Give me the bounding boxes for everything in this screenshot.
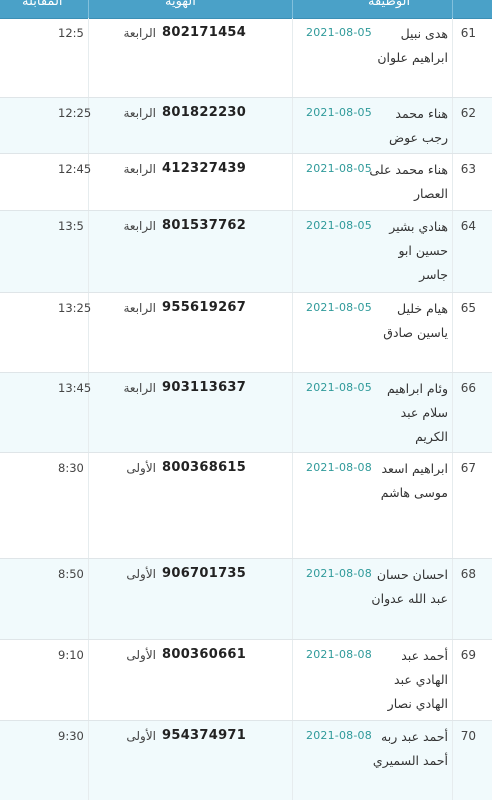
applicant-name: ابراهيم اسعد موسى هاشم <box>380 461 448 500</box>
stage: الرابعة <box>123 106 156 120</box>
applicant-name: هدى نبيل ابراهيم علوان <box>377 26 448 65</box>
interview-date: 2021-08-05 <box>306 106 372 119</box>
id-number: 954374971 <box>162 728 247 743</box>
id-number: 412327439 <box>162 161 247 176</box>
results-table-page: المقابلة الهوية الوظيفة 61 هدى نبيل ابرا… <box>0 0 492 800</box>
table-row: 70 أحمد عبد ربه أحمد السميري 2021-08-08 … <box>0 721 492 800</box>
interview-date: 2021-08-08 <box>306 567 372 580</box>
applicant-name: هناء محمد رجب عوض <box>388 106 448 145</box>
table-row: 63 هناء محمد على العصار 2021-08-05 41232… <box>0 154 492 211</box>
row-number: 63 <box>460 162 476 176</box>
applicant-name: أحمد عبد ربه أحمد السميري <box>372 729 448 768</box>
header-divider <box>452 0 453 18</box>
interview-time: 12:5 <box>58 26 84 40</box>
applicant-name: هنادي بشير حسين ابو جاسر <box>389 219 448 282</box>
applicant-name: أحمد عبد الهادي عبد الهادي نصار <box>387 648 448 711</box>
id-number: 800360661 <box>162 647 247 662</box>
interview-date: 2021-08-05 <box>306 26 372 39</box>
row-number: 70 <box>460 729 476 743</box>
table-row: 65 هيام خليل ياسين صادق 2021-08-05 95561… <box>0 293 492 373</box>
interview-time: 13:45 <box>58 381 92 395</box>
stage: الرابعة <box>123 381 156 395</box>
row-number: 65 <box>460 301 476 315</box>
row-number: 62 <box>460 106 476 120</box>
table-header: المقابلة الهوية الوظيفة <box>0 0 492 19</box>
interview-time: 9:10 <box>58 648 84 662</box>
row-number: 64 <box>460 219 476 233</box>
interview-date: 2021-08-05 <box>306 219 372 232</box>
table-row: 68 احسان حسان عبد الله عدوان 2021-08-08 … <box>0 559 492 640</box>
interview-date: 2021-08-05 <box>306 381 372 394</box>
table-row: 62 هناء محمد رجب عوض 2021-08-05 80182223… <box>0 98 492 154</box>
stage: الرابعة <box>123 301 156 315</box>
interview-time: 12:45 <box>58 162 92 176</box>
stage: الرابعة <box>123 162 156 176</box>
interview-time: 13:5 <box>58 219 84 233</box>
interview-time: 12:25 <box>58 106 92 120</box>
header-job: الوظيفة <box>368 0 411 9</box>
interview-date: 2021-08-08 <box>306 648 372 661</box>
stage: الأولى <box>126 648 156 662</box>
applicant-name: هناء محمد على العصار <box>369 162 448 201</box>
interview-date: 2021-08-08 <box>306 461 372 474</box>
table-row: 61 هدى نبيل ابراهيم علوان 2021-08-05 802… <box>0 18 492 98</box>
stage: الأولى <box>126 567 156 581</box>
header-divider <box>292 0 293 18</box>
table-row: 64 هنادي بشير حسين ابو جاسر 2021-08-05 8… <box>0 211 492 293</box>
header-divider <box>88 0 89 18</box>
row-number: 66 <box>460 381 476 395</box>
interview-date: 2021-08-05 <box>306 301 372 314</box>
table-body: 61 هدى نبيل ابراهيم علوان 2021-08-05 802… <box>0 18 492 800</box>
row-number: 68 <box>460 567 476 581</box>
id-number: 903113637 <box>162 380 247 395</box>
row-number: 69 <box>460 648 476 662</box>
interview-time: 13:25 <box>58 301 92 315</box>
stage: الأولى <box>126 461 156 475</box>
table-row: 67 ابراهيم اسعد موسى هاشم 2021-08-08 800… <box>0 453 492 559</box>
table-row: 69 أحمد عبد الهادي عبد الهادي نصار 2021-… <box>0 640 492 721</box>
id-number: 801822230 <box>162 105 247 120</box>
id-number: 955619267 <box>162 300 247 315</box>
header-interview: المقابلة <box>22 0 63 9</box>
applicant-name: وئام ابراهيم سلام عبد الكريم <box>386 381 448 444</box>
applicant-name: هيام خليل ياسين صادق <box>383 301 448 340</box>
row-number: 67 <box>460 461 476 475</box>
table-row: 66 وئام ابراهيم سلام عبد الكريم 2021-08-… <box>0 373 492 453</box>
interview-time: 8:50 <box>58 567 84 581</box>
header-id: الهوية <box>165 0 196 9</box>
applicant-name: احسان حسان عبد الله عدوان <box>371 567 448 606</box>
row-number: 61 <box>460 26 476 40</box>
interview-date: 2021-08-08 <box>306 729 372 742</box>
id-number: 906701735 <box>162 566 247 581</box>
id-number: 800368615 <box>162 460 247 475</box>
interview-date: 2021-08-05 <box>306 162 372 175</box>
stage: الأولى <box>126 729 156 743</box>
interview-time: 9:30 <box>58 729 84 743</box>
id-number: 802171454 <box>162 25 247 40</box>
stage: الرابعة <box>123 26 156 40</box>
interview-time: 8:30 <box>58 461 84 475</box>
id-number: 801537762 <box>162 218 247 233</box>
stage: الرابعة <box>123 219 156 233</box>
